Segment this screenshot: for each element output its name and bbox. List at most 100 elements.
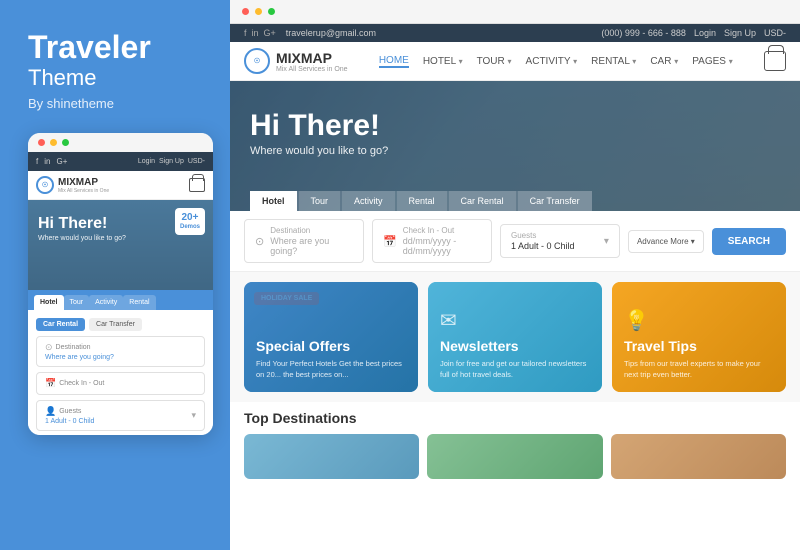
card-content: Special Offers Find Your Perfect Hotels …	[256, 338, 406, 380]
travel-tips-icon: 💡	[624, 308, 774, 333]
mobile-browser-chrome	[28, 133, 213, 152]
browser-dot-red	[242, 8, 249, 15]
card-newsletters[interactable]: ✉ Newsletters Join for free and get our …	[428, 282, 602, 392]
site-topbar-left: f in G+ travelerup@gmail.com	[244, 28, 376, 38]
right-panel: f in G+ travelerup@gmail.com (000) 999 -…	[230, 0, 800, 550]
mobile-checkin-field[interactable]: 📅 Check In - Out	[36, 372, 205, 395]
destination-text: Destination Where are you going?	[270, 226, 353, 256]
newsletters-icon: ✉	[440, 308, 590, 333]
browser-dot-green	[268, 8, 275, 15]
search-tab-activity[interactable]: Activity	[342, 191, 395, 211]
mobile-hero: Hi There! Where would you like to go? 20…	[28, 200, 213, 290]
site-linkedin-icon[interactable]: in	[252, 28, 259, 38]
mobile-logo: ☉ MIXMAP Mix All Services in One	[36, 176, 109, 194]
mobile-currency[interactable]: USD-	[188, 158, 205, 165]
site-nav: ☉ MIXMAP Mix All Services in One HOME HO…	[230, 42, 800, 81]
site-cart-icon[interactable]	[764, 51, 786, 71]
mobile-search-section: Car Rental Car Transfer ⊙ Destination Wh…	[28, 310, 213, 435]
mobile-facebook-icon: f	[36, 157, 38, 166]
checkin-field[interactable]: 📅 Check In - Out dd/mm/yyyy - dd/mm/yyyy	[372, 219, 492, 263]
nav-rental[interactable]: RENTAL ▾	[591, 56, 636, 67]
site-facebook-icon[interactable]: f	[244, 28, 247, 38]
mobile-tab-carrent[interactable]: Car Rental	[36, 318, 85, 331]
hero-content: Hi There! Where would you like to go?	[250, 109, 780, 157]
nav-car[interactable]: CAR ▾	[650, 56, 678, 67]
mobile-tab-activity[interactable]: Activity	[89, 295, 123, 310]
site-search-tabs: Hotel Tour Activity Rental Car Rental Ca…	[250, 191, 592, 211]
mobile-nav: f in G+ Login Sign Up USD-	[28, 152, 213, 171]
advance-field[interactable]: Advance More ▾	[628, 230, 704, 253]
site-email: travelerup@gmail.com	[286, 28, 376, 38]
site-logo-text-group: MIXMAP Mix All Services in One	[276, 50, 348, 73]
mobile-login-link[interactable]: Login	[138, 158, 155, 165]
search-tab-carrental[interactable]: Car Rental	[449, 191, 516, 211]
mobile-destination-field[interactable]: ⊙ Destination Where are you going?	[36, 336, 205, 367]
mobile-tab-row2: Car Rental Car Transfer	[36, 318, 205, 331]
mobile-mockup: f in G+ Login Sign Up USD- ☉ MIXMAP Mix …	[28, 133, 213, 435]
search-tab-tour[interactable]: Tour	[299, 191, 341, 211]
mobile-tab-cartrans[interactable]: Car Transfer	[89, 318, 142, 331]
nav-home[interactable]: HOME	[379, 55, 409, 68]
site-hero: Hi There! Where would you like to go? Ho…	[230, 81, 800, 211]
site-phone: (000) 999 - 666 - 888	[601, 28, 686, 38]
nav-pages[interactable]: PAGES ▾	[692, 56, 733, 67]
search-tab-rental[interactable]: Rental	[397, 191, 447, 211]
site-gplus-icon[interactable]: G+	[264, 28, 276, 38]
card-travel-tips[interactable]: 💡 Travel Tips Tips from our travel exper…	[612, 282, 786, 392]
card-content: ✉ Newsletters Join for free and get our …	[440, 308, 590, 380]
mobile-tab-hotel[interactable]: Hotel	[34, 295, 64, 310]
dest-card-3[interactable]	[611, 434, 786, 479]
site-topbar-right: (000) 999 - 666 - 888 Login Sign Up USD-	[601, 28, 786, 38]
search-tab-hotel[interactable]: Hotel	[250, 191, 297, 211]
nav-tour[interactable]: TOUR ▾	[477, 56, 512, 67]
card-content: 💡 Travel Tips Tips from our travel exper…	[624, 308, 774, 380]
card-special-offers[interactable]: HOLIDAY SALE Special Offers Find Your Pe…	[244, 282, 418, 392]
mobile-logo-icon: ☉	[36, 176, 54, 194]
destination-field[interactable]: ⊙ Destination Where are you going?	[244, 219, 364, 263]
site-currency[interactable]: USD-	[764, 28, 786, 38]
guests-field[interactable]: Guests 1 Adult - 0 Child ▾	[500, 224, 620, 258]
mobile-signup-link[interactable]: Sign Up	[159, 158, 184, 165]
left-panel: Traveler Theme By shinetheme f in G+ Log…	[0, 0, 230, 550]
site-login-link[interactable]: Login	[694, 28, 716, 38]
dot-yellow	[50, 139, 57, 146]
checkin-text: Check In - Out dd/mm/yyyy - dd/mm/yyyy	[403, 226, 481, 256]
mobile-tab-tour[interactable]: Tour	[64, 295, 90, 310]
browser-dot-yellow	[255, 8, 262, 15]
site-signup-link[interactable]: Sign Up	[724, 28, 756, 38]
destination-cards	[244, 434, 786, 479]
dot-green	[62, 139, 69, 146]
mobile-nav-actions: Login Sign Up USD-	[138, 158, 205, 165]
mobile-demos-badge: 20+ Demos	[175, 208, 205, 235]
mobile-linkedin-icon: in	[44, 157, 50, 166]
mobile-guests-arrow: ▾	[191, 410, 196, 421]
mobile-gplus-icon: G+	[56, 157, 67, 166]
mobile-social-links: f in G+	[36, 157, 67, 166]
dest-card-1[interactable]	[244, 434, 419, 479]
mobile-logo-bar: ☉ MIXMAP Mix All Services in One	[28, 171, 213, 200]
site-logo-icon: ☉	[244, 48, 270, 74]
site-social-icons: f in G+	[244, 28, 276, 38]
guests-text: Guests 1 Adult - 0 Child	[511, 231, 575, 251]
site-logo: ☉ MIXMAP Mix All Services in One	[244, 48, 348, 74]
browser-chrome	[230, 0, 800, 24]
site-search-bar: ⊙ Destination Where are you going? 📅 Che…	[230, 211, 800, 272]
site-topbar: f in G+ travelerup@gmail.com (000) 999 -…	[230, 24, 800, 42]
mobile-logo-text: MIXMAP Mix All Services in One	[58, 177, 109, 194]
search-button[interactable]: SEARCH	[712, 228, 786, 255]
dot-red	[38, 139, 45, 146]
top-destinations-title: Top Destinations	[244, 410, 786, 426]
cards-section: HOLIDAY SALE Special Offers Find Your Pe…	[230, 272, 800, 402]
guests-arrow: ▾	[604, 236, 609, 247]
mobile-guests-field[interactable]: 👤 Guests 1 Adult - 0 Child ▾	[36, 400, 205, 431]
website-content: f in G+ travelerup@gmail.com (000) 999 -…	[230, 24, 800, 550]
nav-hotel[interactable]: HOTEL ▾	[423, 56, 463, 67]
mobile-cart-icon[interactable]	[189, 178, 205, 192]
mobile-tab-rental[interactable]: Rental	[123, 295, 155, 310]
search-tab-cartransfer[interactable]: Car Transfer	[518, 191, 592, 211]
nav-activity[interactable]: ACTIVITY ▾	[526, 56, 578, 67]
site-nav-links: HOME HOTEL ▾ TOUR ▾ ACTIVITY ▾ RENTAL ▾ …	[379, 55, 733, 68]
mobile-tabs: Hotel Tour Activity Rental	[28, 290, 213, 310]
dest-card-2[interactable]	[427, 434, 602, 479]
bottom-section: Top Destinations	[230, 402, 800, 483]
